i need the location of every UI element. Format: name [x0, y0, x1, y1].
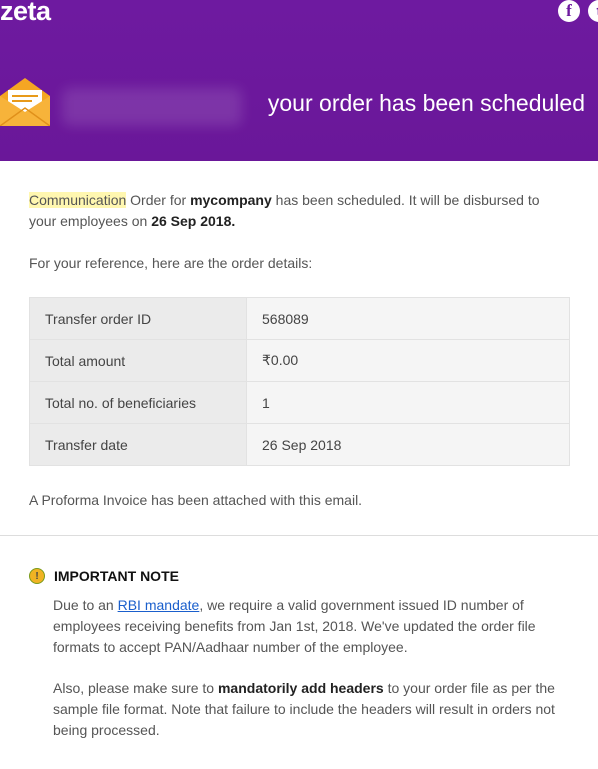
reference-text: For your reference, here are the order d… [29, 255, 313, 271]
detail-label: Transfer date [29, 423, 247, 466]
detail-value: ₹0.00 [246, 339, 570, 382]
zeta-logo[interactable]: zeta [0, 0, 51, 27]
rbi-mandate-link[interactable]: RBI mandate [118, 597, 200, 613]
note-text: Also, please make sure to [53, 680, 218, 696]
important-note-body: Due to an RBI mandate, we require a vali… [53, 595, 563, 741]
detail-value: 1 [246, 381, 570, 424]
table-row: Transfer date 26 Sep 2018 [29, 423, 570, 466]
social-links: f t [558, 0, 598, 24]
intro-text-1: Order for [126, 192, 191, 208]
email-header: zeta f t your order has been scheduled [0, 0, 598, 161]
detail-value: 568089 [246, 297, 570, 340]
detail-value: 26 Sep 2018 [246, 423, 570, 466]
note-title: IMPORTANT NOTE [54, 568, 179, 584]
facebook-icon[interactable]: f [558, 0, 580, 22]
important-note-heading: ! IMPORTANT NOTE [29, 568, 598, 584]
highlighted-word: Communication [29, 192, 127, 208]
table-row: Transfer order ID 568089 [29, 297, 570, 340]
table-row: Total no. of beneficiaries 1 [29, 381, 570, 424]
recipient-name-redacted [62, 88, 242, 126]
info-icon: ! [29, 568, 45, 584]
detail-label: Total amount [29, 339, 247, 382]
note-emphasis: mandatorily add headers [217, 680, 384, 696]
disbursal-date: 26 Sep 2018. [151, 213, 236, 229]
note-text: Due to an [53, 597, 118, 613]
email-body: Communication Order for mycompany has be… [0, 190, 598, 508]
order-details-table: Transfer order ID 568089 Total amount ₹0… [29, 297, 570, 466]
company-name: mycompany [190, 192, 272, 208]
detail-label: Transfer order ID [29, 297, 247, 340]
email-headline: your order has been scheduled [267, 90, 585, 116]
twitter-icon[interactable]: t [588, 0, 598, 22]
table-row: Total amount ₹0.00 [29, 339, 570, 382]
detail-label: Total no. of beneficiaries [29, 381, 247, 424]
note-paragraph-2: Also, please make sure to mandatorily ad… [53, 678, 563, 741]
note-paragraph-1: Due to an RBI mandate, we require a vali… [53, 595, 563, 658]
envelope-icon [0, 78, 50, 126]
proforma-text: A Proforma Invoice has been attached wit… [29, 492, 363, 508]
intro-paragraph: Communication Order for mycompany has be… [29, 190, 559, 232]
section-divider [0, 535, 598, 536]
